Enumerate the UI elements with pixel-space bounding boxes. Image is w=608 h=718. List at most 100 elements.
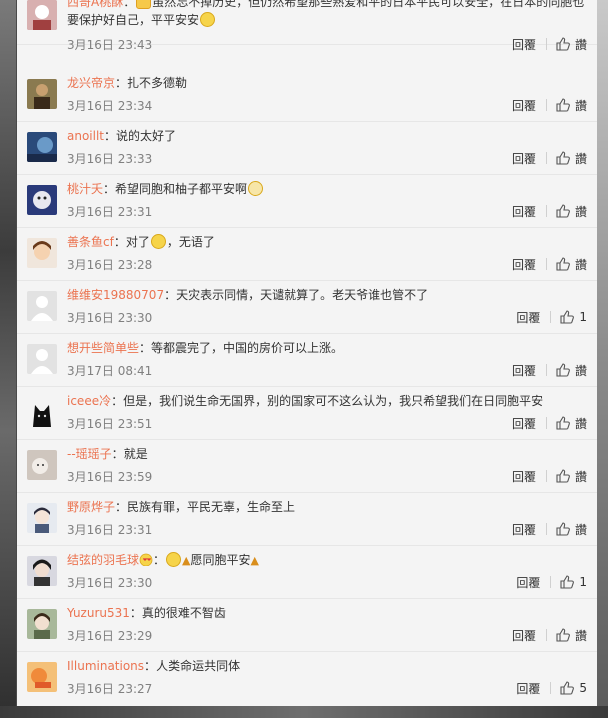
- thumbs-up-icon[interactable]: [555, 468, 571, 484]
- thumbs-up-icon[interactable]: [559, 680, 575, 696]
- divider: [545, 38, 547, 50]
- avatar[interactable]: [27, 662, 57, 692]
- thumbs-up-icon[interactable]: [555, 36, 571, 52]
- comment-item: 善条鱼cf：对了 ，无语了 3月16日 23:28 回覆 讚: [17, 228, 597, 281]
- comment-item: 想开些简单些：等都震完了，中国的房价可以上涨。 3月17日 08:41 回覆 讚: [17, 334, 597, 387]
- avatar[interactable]: [27, 0, 57, 30]
- comment-text: 虽然忘不掉历史，但仍然希望那些熟爱和平的日本平民可以安全，在日本的同胞也: [152, 0, 585, 9]
- comment-time: 3月16日 23:59: [67, 470, 153, 484]
- comment-time: 3月16日 23:27: [67, 682, 153, 696]
- comment-text-after: ，无语了: [166, 235, 215, 249]
- divider: [550, 311, 552, 323]
- avatar[interactable]: [27, 79, 57, 109]
- avatar[interactable]: [27, 609, 57, 639]
- comment-item: anoillt：说的太好了 3月16日 23:33 回覆 讚: [17, 122, 597, 175]
- like-button[interactable]: 讚: [575, 203, 587, 220]
- comment-time: 3月17日 08:41: [67, 364, 153, 378]
- avatar[interactable]: [27, 238, 57, 268]
- like-button[interactable]: 讚: [575, 36, 587, 53]
- thumbs-up-icon[interactable]: [555, 415, 571, 431]
- like-count[interactable]: 1: [579, 310, 587, 324]
- username[interactable]: 善条鱼cf: [67, 235, 114, 249]
- thumbs-up-icon[interactable]: [559, 574, 575, 590]
- username[interactable]: 想开些简单些: [67, 341, 139, 355]
- reply-button[interactable]: 回覆: [516, 680, 540, 697]
- reply-button[interactable]: 回覆: [512, 362, 536, 379]
- comment-text: 民族有罪，平民无辜，生命至上: [127, 500, 296, 514]
- avatar[interactable]: [27, 556, 57, 586]
- comment-text: 真的很难不智齿: [141, 606, 226, 620]
- comment-item: Illuminations：人类命运共同体 3月16日 23:27 回覆 5: [17, 652, 597, 705]
- like-button[interactable]: 讚: [575, 521, 587, 538]
- reply-button[interactable]: 回覆: [512, 256, 536, 273]
- like-count[interactable]: 1: [579, 575, 587, 589]
- thumbs-up-icon[interactable]: [559, 309, 575, 325]
- reply-button[interactable]: 回覆: [516, 309, 540, 326]
- comment-item: 结弦的羽毛球 ： ▲愿同胞平安▲ 3月16日 23:30 回覆 1: [17, 546, 597, 599]
- avatar[interactable]: [27, 185, 57, 215]
- comment-time: 3月16日 23:30: [67, 311, 153, 325]
- separator-colon: ：: [129, 606, 142, 620]
- like-button[interactable]: 讚: [575, 468, 587, 485]
- reply-button[interactable]: 回覆: [512, 468, 536, 485]
- username[interactable]: 野原烨子: [67, 500, 115, 514]
- divider: [550, 576, 552, 588]
- comment-item: 西哥A桃酥： 虽然忘不掉历史，但仍然希望那些熟爱和平的日本平民可以安全，在日本的同…: [17, 0, 597, 52]
- username[interactable]: iceee冷: [67, 394, 111, 408]
- separator-colon: ：: [164, 288, 177, 302]
- thumbs-up-icon[interactable]: [555, 97, 571, 113]
- username[interactable]: 龙兴帝京: [67, 76, 115, 90]
- separator-colon: ：: [111, 394, 124, 408]
- like-button[interactable]: 讚: [575, 627, 587, 644]
- avatar[interactable]: [27, 450, 57, 480]
- pray-emoji-icon: [136, 0, 152, 9]
- username[interactable]: --瑶瑶子: [67, 447, 112, 461]
- reply-button[interactable]: 回覆: [512, 203, 536, 220]
- like-button[interactable]: 讚: [575, 362, 587, 379]
- like-button[interactable]: 讚: [575, 256, 587, 273]
- comment-text-continued: 要保护好自己，平平安安: [67, 13, 200, 27]
- comment-text: 对了: [125, 235, 150, 249]
- avatar[interactable]: [27, 397, 57, 427]
- comment-text: 人类命运共同体: [156, 659, 241, 673]
- reply-button[interactable]: 回覆: [512, 521, 536, 538]
- thumbs-up-icon[interactable]: [555, 521, 571, 537]
- comment-item: 维维安19880707：天灾表示同情，天谴就算了。老天爷谁也管不了 3月16日 …: [17, 281, 597, 334]
- divider: [545, 99, 547, 111]
- username[interactable]: Yuzuru531: [67, 606, 130, 620]
- divider: [545, 523, 547, 535]
- comment-list: 西哥A桃酥 ： 虽然忘不掉历史，但仍然希望那些熟爱和平的日本平民可以安全，在日本的同…: [17, 0, 597, 706]
- avatar[interactable]: [27, 291, 57, 321]
- username[interactable]: 西哥A桃酥: [67, 0, 123, 9]
- like-button[interactable]: 讚: [575, 415, 587, 432]
- reply-button[interactable]: 回覆: [512, 415, 536, 432]
- like-count[interactable]: 5: [579, 681, 587, 695]
- thumbs-up-icon[interactable]: [555, 150, 571, 166]
- surprised-face-emoji-icon: [248, 181, 264, 196]
- thumbs-up-icon[interactable]: [555, 362, 571, 378]
- reply-button[interactable]: 回覆: [512, 36, 536, 53]
- avatar[interactable]: [27, 344, 57, 374]
- comment-time: 3月16日 23:43: [67, 38, 153, 52]
- pray-icon: ▲: [182, 554, 191, 567]
- comment-time: 3月16日 23:34: [67, 99, 153, 113]
- divider: [550, 682, 552, 694]
- username[interactable]: anoillt: [67, 129, 104, 143]
- avatar[interactable]: [27, 132, 57, 162]
- username[interactable]: 结弦的羽毛球: [67, 553, 139, 567]
- reply-button[interactable]: 回覆: [512, 627, 536, 644]
- reply-button[interactable]: 回覆: [512, 150, 536, 167]
- like-button[interactable]: 讚: [575, 150, 587, 167]
- reply-button[interactable]: 回覆: [512, 97, 536, 114]
- separator-colon: ：: [153, 553, 166, 567]
- username[interactable]: 维维安19880707: [67, 288, 164, 302]
- avatar[interactable]: [27, 503, 57, 533]
- thumbs-up-icon[interactable]: [555, 256, 571, 272]
- thumbs-up-icon[interactable]: [555, 627, 571, 643]
- comment-text: 说的太好了: [116, 129, 177, 143]
- username[interactable]: 桃汁夭: [67, 182, 103, 196]
- like-button[interactable]: 讚: [575, 97, 587, 114]
- reply-button[interactable]: 回覆: [516, 574, 540, 591]
- username[interactable]: Illuminations: [67, 659, 144, 673]
- thumbs-up-icon[interactable]: [555, 203, 571, 219]
